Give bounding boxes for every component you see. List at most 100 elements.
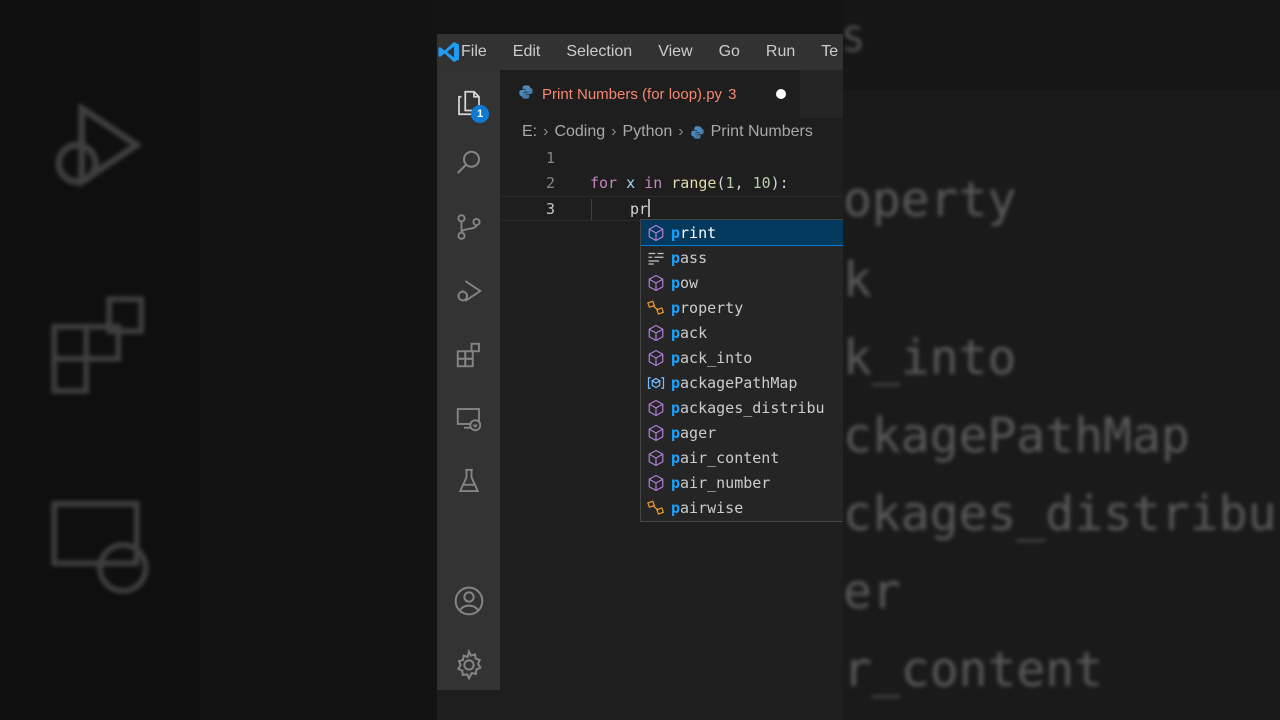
bg-text: er [843, 564, 901, 620]
run-debug-icon [55, 102, 143, 188]
suggestion-item[interactable]: pair_content [641, 445, 843, 470]
bg-text: k_into [843, 330, 1017, 386]
method-cube-icon [641, 445, 671, 470]
suggestion-label: pair_content [671, 448, 780, 467]
remote-explorer-icon[interactable] [451, 401, 487, 437]
python-file-icon [518, 84, 534, 104]
suggestion-label: pass [671, 248, 708, 267]
suggestion-item[interactable]: pack_into [641, 345, 843, 370]
suggestion-item[interactable]: property [641, 295, 843, 320]
suggestion-label: pager [671, 423, 717, 442]
line-number: 1 [545, 149, 555, 167]
line-number: 2 [545, 174, 555, 192]
background-left [0, 0, 437, 720]
suggestion-item[interactable]: pairwise [641, 495, 843, 520]
method-cube-icon [641, 270, 671, 295]
suggestion-item[interactable]: print [641, 220, 843, 246]
chevron-right-icon: › [678, 123, 684, 140]
suggestion-label: pairwise [671, 498, 744, 517]
class-icon [641, 295, 671, 320]
method-cube-icon [641, 470, 671, 495]
bg-text: ckages_distribu [843, 486, 1277, 542]
search-icon[interactable] [451, 145, 487, 181]
background-right: S operty k k_into ckagePathMap ckages_di… [843, 0, 1280, 720]
suggestion-widget: print pass pow property pack pack_intopackage… [640, 219, 843, 522]
breadcrumb-file[interactable]: Print Numbers [711, 123, 813, 141]
suggestion-item[interactable]: pair_number [641, 470, 843, 495]
class-icon [641, 495, 671, 520]
suggestion-label: pair_number [671, 473, 771, 492]
menu-run[interactable]: Run [766, 43, 795, 61]
source-control-icon[interactable] [451, 209, 487, 245]
code-text: for x in range(1, 10): [590, 174, 789, 192]
menu-terminal[interactable]: Te [821, 43, 838, 61]
bg-top-text: S [843, 20, 864, 60]
files-icon[interactable]: 1 [451, 85, 489, 123]
suggestion-label: pack [671, 323, 708, 342]
menu-selection[interactable]: Selection [566, 43, 632, 61]
remote-explorer-icon [51, 500, 149, 594]
vscode-window: File Edit Selection View Go Run Te 1 Pri… [437, 0, 843, 720]
breadcrumb: E: › Coding › Python › Print Numbers [522, 121, 813, 143]
tab-problem-count: 3 [728, 85, 737, 103]
breadcrumb-folder-coding[interactable]: Coding [554, 123, 605, 141]
method-cube-icon [641, 420, 671, 445]
editor-area: Print Numbers (for loop).py 3 E: › Codin… [500, 70, 843, 690]
extensions-icon[interactable] [451, 337, 487, 373]
code-line: 1 [500, 146, 843, 171]
background-topbar [843, 0, 1280, 90]
suggestion-item[interactable]: pager [641, 420, 843, 445]
explorer-badge: 1 [471, 105, 489, 123]
keyword-icon [641, 245, 671, 270]
menu-edit[interactable]: Edit [513, 43, 541, 61]
bg-text: operty [843, 172, 1017, 228]
testing-icon[interactable] [451, 463, 487, 499]
window-bottom [437, 690, 843, 720]
method-cube-icon [641, 345, 671, 370]
suggestion-label: pow [671, 273, 699, 292]
bg-text: r_content [843, 642, 1104, 698]
suggestion-label: property [671, 298, 744, 317]
current-code-line: 3 pr [500, 196, 843, 221]
suggestion-item[interactable]: pack [641, 320, 843, 345]
tab-filename: Print Numbers (for loop).py [542, 85, 723, 103]
text-cursor [648, 199, 651, 217]
python-file-icon [690, 125, 705, 140]
menu-bar: File Edit Selection View Go Run Te [461, 43, 843, 61]
suggestion-label: packages_distribu [671, 398, 825, 417]
run-debug-icon[interactable] [451, 273, 487, 309]
menu-file[interactable]: File [461, 43, 487, 61]
vscode-logo-icon [437, 34, 461, 70]
breadcrumb-drive[interactable]: E: [522, 123, 537, 141]
title-bar: File Edit Selection View Go Run Te [437, 34, 843, 70]
method-cube-icon [641, 220, 671, 245]
extensions-icon [51, 296, 144, 394]
breadcrumb-folder-python[interactable]: Python [622, 123, 672, 141]
chevron-right-icon: › [611, 123, 617, 140]
suggestion-item[interactable]: pass [641, 245, 843, 270]
chevron-right-icon: › [543, 123, 549, 140]
settings-gear-icon[interactable] [451, 647, 487, 683]
editor-tab[interactable]: Print Numbers (for loop).py 3 [500, 70, 800, 118]
method-cube-icon [641, 320, 671, 345]
suggestion-label: pack_into [671, 348, 753, 367]
suggestion-item[interactable]: packages_distribu [641, 395, 843, 420]
suggestion-item[interactable]: packagePathMap [641, 370, 843, 395]
unsaved-dot-icon[interactable] [776, 89, 786, 99]
account-icon[interactable] [451, 583, 487, 619]
line-number: 3 [545, 200, 555, 218]
indent-guide [591, 199, 592, 220]
bg-text: ckagePathMap [843, 408, 1190, 464]
suggestion-label: packagePathMap [671, 373, 798, 392]
suggestion-item[interactable]: pow [641, 270, 843, 295]
menu-view[interactable]: View [658, 43, 692, 61]
variable-icon [641, 370, 671, 395]
tab-bar: Print Numbers (for loop).py 3 [500, 70, 843, 118]
code-line: 2 for x in range(1, 10): [500, 171, 843, 196]
method-cube-icon [641, 395, 671, 420]
window-top-gap [437, 0, 843, 34]
suggestion-label: print [671, 223, 717, 242]
menu-go[interactable]: Go [719, 43, 740, 61]
bg-text: k [843, 252, 872, 308]
activity-bar: 1 [437, 70, 500, 690]
